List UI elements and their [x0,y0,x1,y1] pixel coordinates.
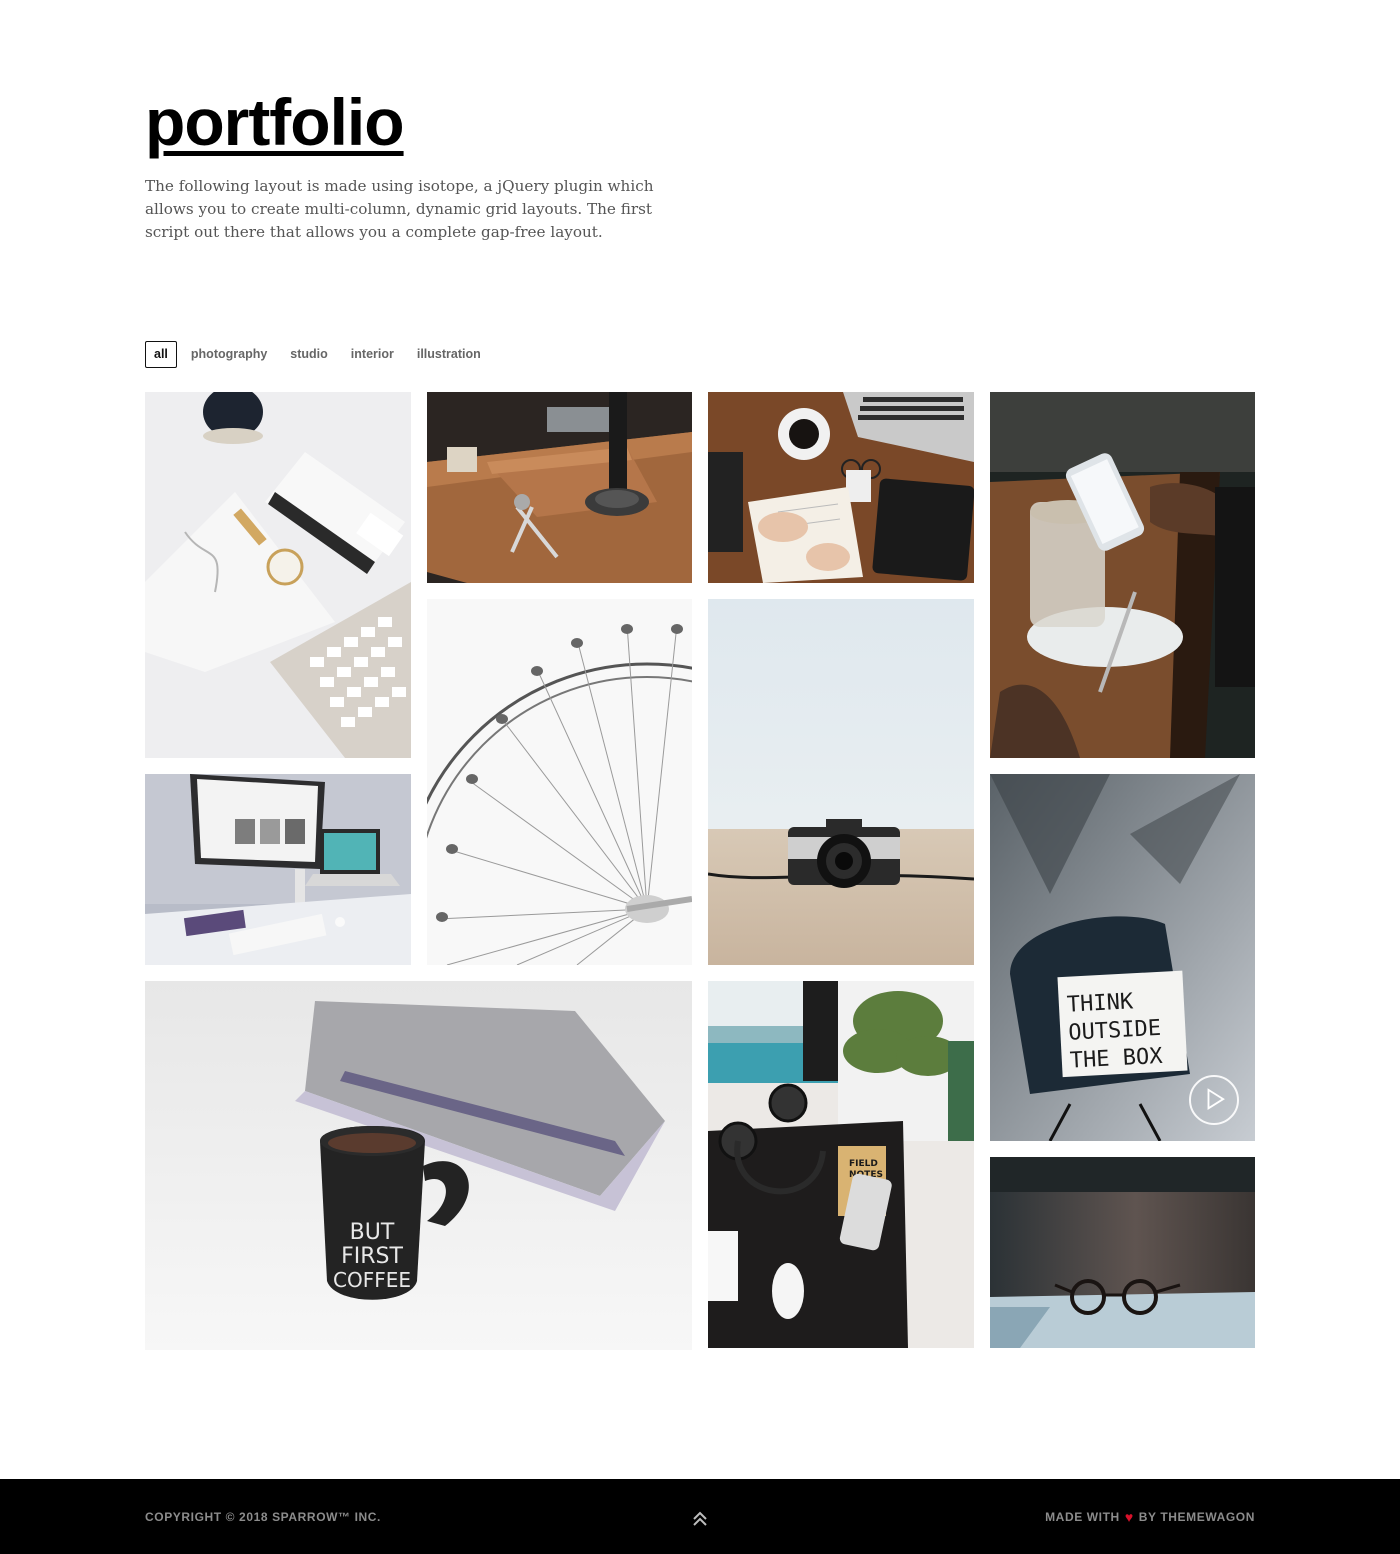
sign-line-3: THE BOX [1069,1044,1164,1074]
workspace-monitor-image [145,774,411,965]
portfolio-item-latte-phone[interactable] [990,392,1255,758]
latte-phone-image [990,392,1255,758]
made-with-text: MADE WITH [1045,1510,1120,1524]
camera-beach-image [708,599,974,965]
mug-text-line-1: BUT [350,1220,395,1245]
themewagon-link[interactable]: BY THEMEWAGON [1139,1510,1255,1524]
copyright-text: COPYRIGHT © 2018 SPARROW™ INC. [145,1510,381,1524]
portfolio-item-headphones-desk[interactable]: FIELD NOTES [708,981,974,1348]
filter-studio[interactable]: studio [281,341,337,368]
filter-interior[interactable]: interior [342,341,403,368]
glasses-image [990,1157,1255,1348]
coffee-mug-image: BUT FIRST COFFEE [145,981,692,1350]
sign-line-1: THINK [1066,989,1134,1017]
portfolio-item-camera-beach[interactable] [708,599,974,965]
portfolio-item-glasses[interactable] [990,1157,1255,1348]
portfolio-filters: all photography studio interior illustra… [145,341,495,368]
filter-illustration[interactable]: illustration [408,341,490,368]
portfolio-item-workbench[interactable] [427,392,692,583]
play-circle-icon[interactable] [1189,1075,1239,1125]
sign-line-2: OUTSIDE [1068,1016,1162,1046]
portfolio-item-workspace-monitor[interactable] [145,774,411,965]
heart-icon: ♥ [1124,1509,1134,1525]
workbench-image [427,392,692,583]
field-notes-line-1: FIELD [849,1159,878,1169]
desk-flatlay-image [145,392,411,758]
page-intro: The following layout is made using isoto… [145,177,654,241]
site-footer: COPYRIGHT © 2018 SPARROW™ INC. MADE WITH… [0,1479,1400,1554]
footer-credit: MADE WITH ♥ BY THEMEWAGON [1045,1510,1255,1524]
filter-photography[interactable]: photography [182,341,276,368]
portfolio-item-desk-coffee-laptop[interactable] [708,392,974,583]
desk-coffee-laptop-image [708,392,974,583]
portfolio-item-desk-flatlay[interactable] [145,392,411,758]
ferris-wheel-image [427,599,692,965]
filter-all[interactable]: all [145,341,177,368]
mug-text-line-2: FIRST [341,1244,403,1269]
page-title: portfolio [145,85,405,159]
double-chevron-up-icon[interactable] [690,1509,710,1529]
play-triangle-icon [1207,1088,1225,1110]
portfolio-item-ferris-wheel[interactable] [427,599,692,965]
portfolio-item-coffee-mug[interactable]: BUT FIRST COFFEE [145,981,692,1350]
headphones-desk-image: FIELD NOTES [708,981,974,1348]
portfolio-item-think-outside-the-box[interactable]: THINK OUTSIDE THE BOX [990,774,1255,1141]
mug-text-line-3: COFFEE [333,1268,411,1292]
